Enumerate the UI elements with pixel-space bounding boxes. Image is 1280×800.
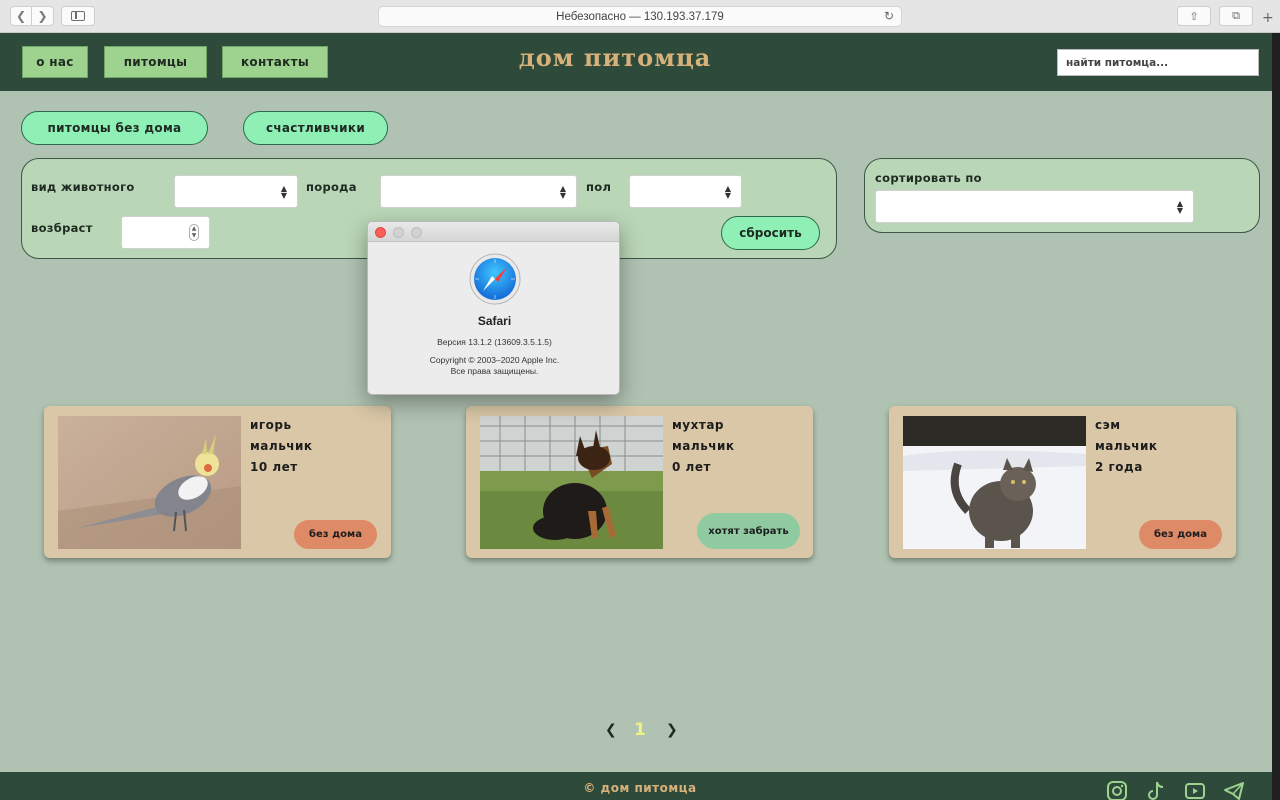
dialog-app-name: Safari [477, 314, 512, 328]
age-input[interactable]: ▲ ▼ [121, 216, 210, 249]
breed-label: порода [306, 180, 357, 194]
share-icon: ⇧ [1189, 9, 1199, 23]
nav-pets[interactable]: питомцы [104, 46, 207, 78]
current-page: 1 [634, 720, 646, 740]
puppy-photo [480, 416, 663, 549]
chevron-left-icon: ❮ [15, 9, 27, 23]
sidebar-icon [71, 11, 85, 21]
instagram-icon[interactable] [1106, 780, 1128, 800]
window-edge [1272, 33, 1280, 800]
plus-icon: + [1262, 10, 1274, 26]
pet-info: игорь мальчик 10 лет [250, 415, 313, 478]
browser-toolbar: ❮ ❯ Небезопасно — 130.193.37.179 ↻ ⇧ ⧉ + [0, 0, 1280, 33]
breed-select[interactable]: ▲ ▼ [380, 175, 577, 208]
nav-contacts[interactable]: контакты [222, 46, 328, 78]
pet-name: игорь [250, 418, 292, 432]
next-page-button[interactable]: ❯ [666, 722, 678, 738]
pet-sex: мальчик [250, 439, 313, 453]
share-button[interactable]: ⇧ [1177, 6, 1211, 26]
pet-photo [58, 416, 241, 549]
pet-photo [903, 416, 1086, 549]
pet-sex: мальчик [672, 439, 735, 453]
prev-page-button[interactable]: ❮ [605, 722, 617, 738]
pet-card[interactable]: игорь мальчик 10 лет без дома [44, 406, 391, 558]
search-input[interactable]: найти питомца... [1057, 49, 1259, 76]
cat-photo [903, 416, 1086, 549]
dialog-titlebar [368, 222, 619, 242]
youtube-icon[interactable] [1184, 780, 1206, 800]
pet-photo [480, 416, 663, 549]
close-icon[interactable] [375, 227, 386, 238]
pet-age: 2 года [1095, 460, 1143, 474]
new-tab-button[interactable]: + [1262, 10, 1274, 26]
pet-info: сэм мальчик 2 года [1095, 415, 1158, 478]
select-arrows-icon: ▲ ▼ [280, 184, 287, 200]
reset-button[interactable]: сбросить [721, 216, 820, 250]
pet-name: мухтар [672, 418, 725, 432]
back-button[interactable]: ❮ [10, 6, 32, 26]
pet-card[interactable]: мухтар мальчик 0 лет хотят забрать [466, 406, 813, 558]
tabs-icon: ⧉ [1232, 9, 1240, 22]
address-text: Небезопасно — 130.193.37.179 [556, 10, 724, 23]
site-footer: © дом питомца [0, 772, 1272, 800]
telegram-icon[interactable] [1223, 780, 1245, 800]
footer-copyright: © дом питомца [583, 781, 697, 795]
tiktok-icon[interactable] [1145, 780, 1167, 800]
minimize-icon [393, 227, 404, 238]
tab-overview-button[interactable]: ⧉ [1219, 6, 1253, 26]
pet-card[interactable]: сэм мальчик 2 года без дома [889, 406, 1236, 558]
sex-select[interactable]: ▲ ▼ [629, 175, 742, 208]
sex-label: пол [586, 180, 612, 194]
pet-sex: мальчик [1095, 439, 1158, 453]
dialog-version: Версия 13.1.2 (13609.3.5.1.5) [437, 337, 552, 347]
copyright-line: Copyright © 2003–2020 Apple Inc. [429, 355, 560, 365]
pet-age: 10 лет [250, 460, 298, 474]
sort-select[interactable]: ▲ ▼ [875, 190, 1194, 223]
zoom-icon [411, 227, 422, 238]
site-logo[interactable]: дом питомца [470, 43, 760, 72]
select-arrows-icon: ▲ ▼ [724, 184, 731, 200]
status-badge[interactable]: хотят забрать [697, 513, 800, 549]
site-header: о нас питомцы контакты дом питомца найти… [0, 33, 1272, 91]
species-label: вид животного [31, 180, 135, 194]
age-label: возбраст [31, 221, 93, 235]
about-dialog: Safari Версия 13.1.2 (13609.3.5.1.5) Cop… [367, 221, 620, 395]
status-badge[interactable]: без дома [1139, 520, 1222, 549]
rights-line: Все права защищены. [450, 366, 539, 376]
pet-age: 0 лет [672, 460, 711, 474]
spinner-icon[interactable]: ▲ ▼ [189, 224, 199, 241]
dialog-copyright: Copyright © 2003–2020 Apple Inc. Все пра… [368, 355, 621, 377]
select-arrows-icon: ▲ ▼ [559, 184, 566, 200]
safari-compass-icon [469, 253, 521, 305]
tab-lucky-pets[interactable]: счастливчики [243, 111, 388, 145]
sort-label: сортировать по [875, 171, 982, 185]
reload-icon[interactable]: ↻ [884, 9, 894, 23]
chevron-right-icon: ❯ [37, 9, 48, 23]
nav-about[interactable]: о нас [22, 46, 88, 78]
status-badge[interactable]: без дома [294, 520, 377, 549]
sidebar-toggle-button[interactable] [61, 6, 95, 26]
address-bar[interactable]: Небезопасно — 130.193.37.179 ↻ [378, 6, 902, 27]
forward-button[interactable]: ❯ [32, 6, 54, 26]
cockatiel-photo [58, 416, 241, 549]
species-select[interactable]: ▲ ▼ [174, 175, 298, 208]
history-buttons: ❮ ❯ [10, 6, 54, 26]
pet-info: мухтар мальчик 0 лет [672, 415, 735, 478]
tab-homeless-pets[interactable]: питомцы без дома [21, 111, 208, 145]
pet-name: сэм [1095, 418, 1121, 432]
select-arrows-icon: ▲ ▼ [1176, 199, 1183, 215]
